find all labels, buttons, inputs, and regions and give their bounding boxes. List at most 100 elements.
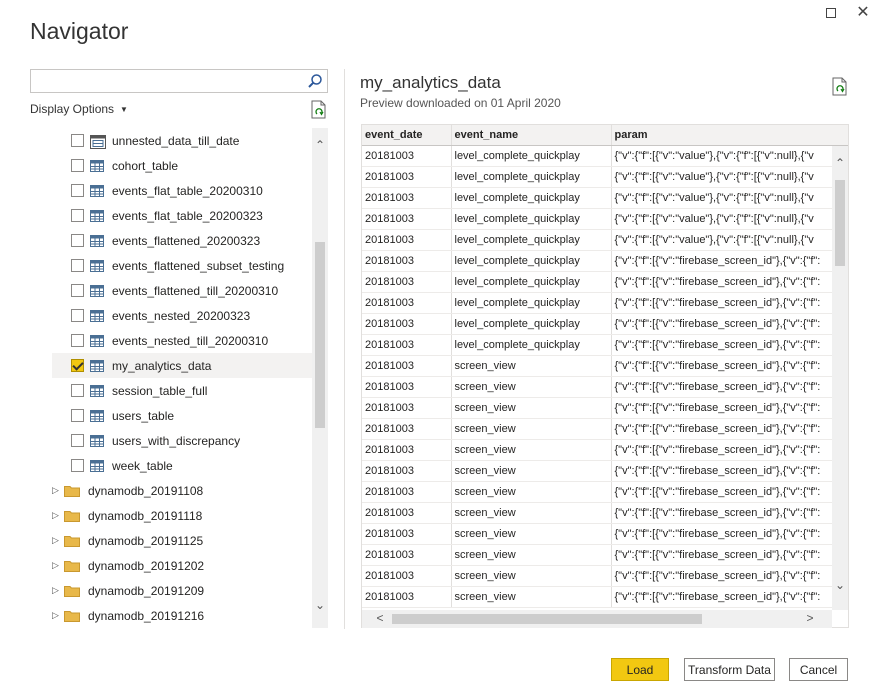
table-row: 20181003 screen_view {"v":{"f":[{"v":"fire… [362, 355, 848, 377]
tree-table-item[interactable]: cohort_table [52, 153, 312, 178]
close-button[interactable]: ✕ [852, 4, 874, 22]
tree-scrollbar[interactable]: ⌃ ⌄ [312, 128, 328, 628]
table-cell: {"v":{"f":[{"v":"firebase_screen_id"},{"… [611, 334, 848, 356]
table-cell: {"v":{"f":[{"v":"firebase_screen_id"},{"… [611, 481, 848, 503]
item-checkbox[interactable] [71, 134, 84, 147]
tree-table-item[interactable]: events_nested_20200323 [52, 303, 312, 328]
chevron-right-icon[interactable]: ▷ [52, 610, 60, 621]
tree-scroll-thumb[interactable] [315, 242, 325, 428]
table-icon [90, 384, 104, 397]
table-icon [90, 434, 104, 447]
table-cell: 20181003 [362, 187, 452, 209]
chevron-right-icon[interactable]: ▷ [52, 585, 60, 596]
tree-item-label: users_table [112, 408, 175, 423]
tree-table-item[interactable]: users_table [52, 403, 312, 428]
tree-folder-item[interactable]: ▷ dynamodb_20191216 [52, 603, 312, 628]
chevron-right-icon[interactable]: ▷ [52, 535, 60, 546]
tree-folder-item[interactable]: ▷ dynamodb_20191209 [52, 578, 312, 603]
column-header[interactable]: param [611, 125, 848, 146]
maximize-button[interactable] [820, 4, 842, 22]
item-checkbox[interactable] [71, 234, 84, 247]
chevron-right-icon[interactable]: ▷ [52, 485, 60, 496]
item-checkbox[interactable] [71, 384, 84, 397]
scroll-up-icon[interactable]: ⌃ [313, 138, 327, 152]
grid-hscroll-thumb[interactable] [392, 614, 702, 624]
table-icon [90, 209, 104, 222]
table-cell: {"v":{"f":[{"v":"value"},{"v":{"f":[{"v"… [611, 145, 848, 167]
table-cell: level_complete_quickplay [451, 166, 612, 188]
scroll-down-icon[interactable]: ⌄ [833, 578, 847, 592]
close-icon: ✕ [856, 4, 870, 21]
item-checkbox[interactable] [71, 434, 84, 447]
tree-table-item[interactable]: events_flat_table_20200323 [52, 203, 312, 228]
refresh-icon[interactable] [831, 77, 849, 97]
table-cell: screen_view [451, 523, 612, 545]
item-checkbox[interactable] [71, 159, 84, 172]
tree-folder-item[interactable]: ▷ dynamodb_20191125 [52, 528, 312, 553]
view-icon [90, 134, 106, 149]
scroll-up-icon[interactable]: ⌃ [833, 156, 847, 170]
table-cell: {"v":{"f":[{"v":"firebase_screen_id"},{"… [611, 313, 848, 335]
table-cell: 20181003 [362, 334, 452, 356]
tree-folder-item[interactable]: ▷ dynamodb_20191202 [52, 553, 312, 578]
tree-table-item[interactable]: events_flattened_subset_testing [52, 253, 312, 278]
item-checkbox[interactable] [71, 359, 84, 372]
preview-title: my_analytics_data [360, 73, 501, 92]
tree-item-label: events_flattened_20200323 [112, 233, 261, 248]
tree-item-label: events_flattened_subset_testing [112, 258, 285, 273]
tree-table-item[interactable]: events_nested_till_20200310 [52, 328, 312, 353]
item-checkbox[interactable] [71, 284, 84, 297]
tree-table-item[interactable]: events_flattened_20200323 [52, 228, 312, 253]
table-cell: 20181003 [362, 166, 452, 188]
column-header[interactable]: event_name [451, 125, 612, 146]
table-cell: 20181003 [362, 271, 452, 293]
transform-data-button[interactable]: Transform Data [684, 658, 775, 681]
tree-folder-item[interactable]: ▷ dynamodb_20191118 [52, 503, 312, 528]
display-options-dropdown[interactable]: Display Options ▼ [30, 102, 128, 116]
table-row: 20181003 level_complete_quickplay {"v":{"f… [362, 250, 848, 272]
table-cell: {"v":{"f":[{"v":"firebase_screen_id"},{"… [611, 418, 848, 440]
tree-table-item[interactable]: week_table [52, 453, 312, 478]
column-header[interactable]: event_date [362, 125, 452, 146]
load-button[interactable]: Load [611, 658, 669, 681]
tree-table-item[interactable]: events_flattened_till_20200310 [52, 278, 312, 303]
table-row: 20181003 level_complete_quickplay {"v":{"f… [362, 187, 848, 209]
table-cell: level_complete_quickplay [451, 208, 612, 230]
tree-table-item[interactable]: session_table_full [52, 378, 312, 403]
table-cell: {"v":{"f":[{"v":"firebase_screen_id"},{"… [611, 586, 848, 608]
refresh-icon[interactable] [310, 100, 328, 120]
table-cell: screen_view [451, 355, 612, 377]
search-icon[interactable] [307, 73, 323, 89]
item-checkbox[interactable] [71, 184, 84, 197]
cancel-button[interactable]: Cancel [789, 658, 848, 681]
grid-horizontal-scrollbar[interactable]: < > [362, 610, 832, 628]
tree-table-item[interactable]: users_with_discrepancy [52, 428, 312, 453]
table-icon [90, 334, 104, 347]
table-cell: {"v":{"f":[{"v":"firebase_screen_id"},{"… [611, 250, 848, 272]
tree-table-item[interactable]: events_flat_table_20200310 [52, 178, 312, 203]
scroll-left-icon[interactable]: < [372, 611, 388, 625]
table-cell: screen_view [451, 565, 612, 587]
item-checkbox[interactable] [71, 259, 84, 272]
grid-vscroll-thumb[interactable] [835, 180, 845, 266]
table-cell: {"v":{"f":[{"v":"firebase_screen_id"},{"… [611, 355, 848, 377]
tree-table-item[interactable]: my_analytics_data [52, 353, 312, 378]
item-checkbox[interactable] [71, 334, 84, 347]
chevron-right-icon[interactable]: ▷ [52, 560, 60, 571]
scroll-down-icon[interactable]: ⌄ [313, 598, 327, 612]
item-checkbox[interactable] [71, 309, 84, 322]
table-row: 20181003 level_complete_quickplay {"v":{"f… [362, 334, 848, 356]
grid-vertical-scrollbar[interactable]: ⌃ ⌄ [832, 146, 848, 610]
search-input[interactable] [31, 70, 301, 92]
tree-item-label: dynamodb_20191108 [88, 483, 204, 498]
table-icon [90, 284, 104, 297]
item-checkbox[interactable] [71, 209, 84, 222]
table-cell: {"v":{"f":[{"v":"firebase_screen_id"},{"… [611, 271, 848, 293]
item-checkbox[interactable] [71, 459, 84, 472]
tree-folder-item[interactable]: ▷ dynamodb_20191108 [52, 478, 312, 503]
tree-table-item[interactable]: unnested_data_till_date [52, 128, 312, 153]
chevron-right-icon[interactable]: ▷ [52, 510, 60, 521]
scroll-right-icon[interactable]: > [802, 611, 818, 625]
item-checkbox[interactable] [71, 409, 84, 422]
table-icon [90, 159, 104, 172]
